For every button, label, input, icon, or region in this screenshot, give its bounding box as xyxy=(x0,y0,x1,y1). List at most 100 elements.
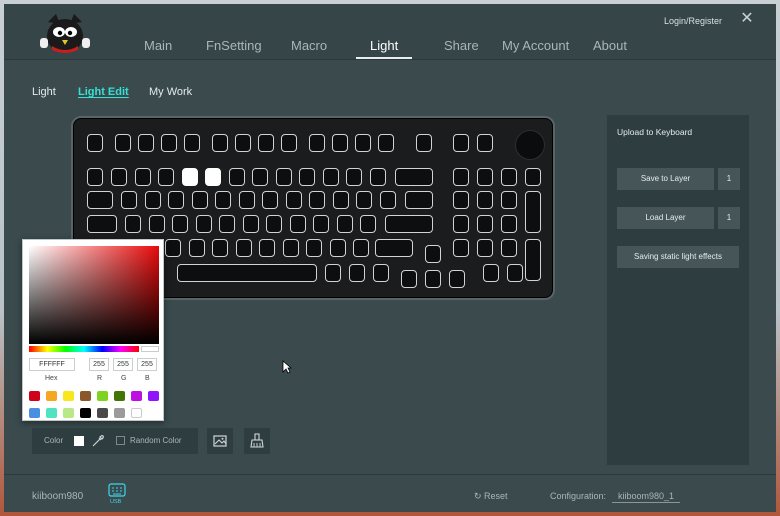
keyboard-key[interactable] xyxy=(332,134,348,152)
keyboard-key[interactable] xyxy=(181,168,198,186)
keyboard-key[interactable] xyxy=(416,134,432,152)
keyboard-key[interactable] xyxy=(525,191,541,233)
color-swatch[interactable] xyxy=(131,391,142,401)
keyboard-key[interactable] xyxy=(453,215,469,233)
keyboard-key[interactable] xyxy=(205,168,221,186)
keyboard-key[interactable] xyxy=(373,264,389,282)
keyboard-key[interactable] xyxy=(266,215,282,233)
keyboard-key[interactable] xyxy=(158,168,174,186)
color-swatch[interactable] xyxy=(80,408,91,418)
keyboard-key[interactable] xyxy=(325,264,341,282)
keyboard-key[interactable] xyxy=(161,134,177,152)
color-swatch[interactable] xyxy=(97,408,108,418)
keyboard-key[interactable] xyxy=(453,239,469,257)
color-swatch[interactable] xyxy=(46,408,57,418)
keyboard-key[interactable] xyxy=(453,168,469,186)
keyboard-key[interactable] xyxy=(356,191,372,209)
hue-slider[interactable] xyxy=(29,346,139,352)
g-input[interactable]: 255 xyxy=(113,358,133,371)
keyboard-key[interactable] xyxy=(425,245,441,263)
keyboard-key[interactable] xyxy=(87,134,103,152)
keyboard-key[interactable] xyxy=(425,270,441,288)
keyboard-key[interactable] xyxy=(235,239,252,257)
keyboard-key[interactable] xyxy=(477,134,493,152)
keyboard-key[interactable] xyxy=(168,191,184,209)
load-layer-number[interactable]: 1 xyxy=(718,207,740,229)
keyboard-key[interactable] xyxy=(401,270,417,288)
alpha-slider[interactable] xyxy=(141,346,159,352)
b-input[interactable]: 255 xyxy=(137,358,157,371)
keyboard-key[interactable] xyxy=(329,239,346,257)
nav-about[interactable]: About xyxy=(593,38,627,53)
keyboard-key[interactable] xyxy=(121,191,137,209)
keyboard-key[interactable] xyxy=(346,168,362,186)
keyboard-key[interactable] xyxy=(87,191,113,209)
keyboard-key[interactable] xyxy=(453,191,469,209)
nav-macro[interactable]: Macro xyxy=(291,38,327,53)
keyboard-key[interactable] xyxy=(501,191,517,209)
keyboard-key[interactable] xyxy=(125,215,141,233)
save-layer-number[interactable]: 1 xyxy=(718,168,740,190)
keyboard-key[interactable] xyxy=(172,215,188,233)
keyboard-key[interactable] xyxy=(449,270,465,288)
keyboard-key[interactable] xyxy=(215,191,231,209)
color-swatch[interactable] xyxy=(114,391,125,401)
keyboard-key[interactable] xyxy=(87,168,103,186)
keyboard-key[interactable] xyxy=(507,264,523,282)
keyboard-key[interactable] xyxy=(501,215,517,233)
keyboard-key[interactable] xyxy=(252,168,268,186)
keyboard-key[interactable] xyxy=(378,134,394,152)
keyboard-key[interactable] xyxy=(87,215,117,233)
eyedropper-icon[interactable] xyxy=(92,433,106,447)
keyboard-key[interactable] xyxy=(184,134,200,152)
keyboard-key[interactable] xyxy=(353,239,369,257)
keyboard-key[interactable] xyxy=(212,239,228,257)
color-swatch[interactable] xyxy=(29,391,40,401)
keyboard-key[interactable] xyxy=(238,191,255,209)
keyboard-key[interactable] xyxy=(299,168,315,186)
clear-button[interactable] xyxy=(244,428,270,454)
close-icon[interactable]: ✕ xyxy=(738,10,756,28)
keyboard-key[interactable] xyxy=(306,239,322,257)
keyboard-key[interactable] xyxy=(275,168,292,186)
keyboard-key[interactable] xyxy=(219,215,235,233)
save-to-layer-button[interactable]: Save to Layer xyxy=(617,168,714,190)
keyboard-key[interactable] xyxy=(148,215,165,233)
keyboard-key[interactable] xyxy=(453,134,469,152)
color-swatch[interactable] xyxy=(63,408,74,418)
selected-color-chip[interactable] xyxy=(74,436,84,446)
keyboard-key[interactable] xyxy=(477,215,493,233)
keyboard-key[interactable] xyxy=(395,168,433,186)
nav-fnsetting[interactable]: FnSetting xyxy=(206,38,262,53)
keyboard-key[interactable] xyxy=(375,239,413,257)
keyboard-key[interactable] xyxy=(177,264,317,282)
color-swatch[interactable] xyxy=(63,391,74,401)
keyboard-key[interactable] xyxy=(285,191,302,209)
saturation-value-area[interactable] xyxy=(29,246,159,344)
keyboard-key[interactable] xyxy=(188,239,205,257)
reset-button[interactable]: ↻ Reset xyxy=(474,491,508,502)
keyboard-key[interactable] xyxy=(405,191,433,209)
nav-main[interactable]: Main xyxy=(144,38,172,53)
color-swatch[interactable] xyxy=(131,408,142,418)
keyboard-key[interactable] xyxy=(360,215,376,233)
configuration-select[interactable]: kiiboom980_1 xyxy=(612,491,681,503)
keyboard-key[interactable] xyxy=(483,264,499,282)
keyboard-key[interactable] xyxy=(242,215,259,233)
r-input[interactable]: 255 xyxy=(89,358,109,371)
keyboard-key[interactable] xyxy=(501,168,517,186)
image-button[interactable] xyxy=(207,428,233,454)
keyboard-key[interactable] xyxy=(115,134,131,152)
keyboard-key[interactable] xyxy=(212,134,228,152)
keyboard-key[interactable] xyxy=(282,239,299,257)
volume-knob[interactable] xyxy=(515,130,545,160)
keyboard-key[interactable] xyxy=(262,191,278,209)
keyboard-key[interactable] xyxy=(144,191,161,209)
random-color-checkbox[interactable] xyxy=(116,436,125,445)
keyboard-key[interactable] xyxy=(259,239,275,257)
keyboard-key[interactable] xyxy=(289,215,306,233)
color-swatch[interactable] xyxy=(46,391,57,401)
keyboard-key[interactable] xyxy=(379,191,396,209)
keyboard-key[interactable] xyxy=(111,168,127,186)
keyboard-key[interactable] xyxy=(138,134,154,152)
